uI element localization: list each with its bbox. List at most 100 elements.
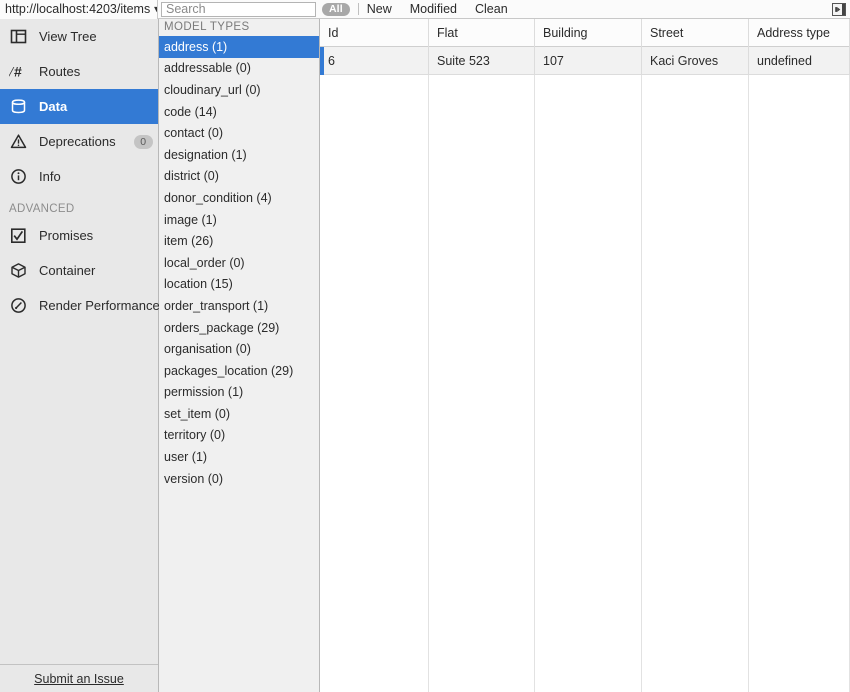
sidebar: View Tree / # Routes Data Deprecations 0… — [0, 19, 160, 692]
model-type-item[interactable]: image (1) — [159, 209, 319, 231]
promise-check-square-icon — [9, 226, 28, 245]
toolbar: http://localhost:4203/items ▼ All New Mo… — [0, 0, 850, 19]
search-input[interactable] — [161, 1, 316, 17]
sidebar-item-info[interactable]: Info — [0, 159, 158, 194]
column-header[interactable]: Address type — [749, 19, 850, 47]
model-type-label: location (15) — [164, 277, 233, 292]
model-type-item[interactable]: order_transport (1) — [159, 295, 319, 317]
tree-panel-icon — [9, 27, 28, 46]
model-type-label: code (14) — [164, 104, 217, 119]
model-type-item[interactable]: packages_location (29) — [159, 360, 319, 382]
model-types-panel: MODEL TYPES address (1) addressable (0) cl… — [159, 19, 320, 692]
app-url-dropdown[interactable]: http://localhost:4203/items ▼ — [0, 0, 158, 19]
model-type-item[interactable]: permission (1) — [159, 382, 319, 404]
table-cell: undefined — [749, 47, 850, 75]
sidebar-item-view-tree[interactable]: View Tree — [0, 19, 158, 54]
search-container — [158, 1, 318, 17]
sidebar-item-label: Promises — [39, 228, 94, 243]
column-header[interactable]: Building — [535, 19, 642, 47]
model-type-item[interactable]: organisation (0) — [159, 338, 319, 360]
model-type-item[interactable]: item (26) — [159, 230, 319, 252]
table-rows-container: 6 Suite 523 107 Kaci Groves undefined — [320, 47, 850, 75]
sidebar-item-deprecations[interactable]: Deprecations 0 — [0, 124, 158, 159]
model-types-list: address (1) addressable (0) cloudinary_url… — [159, 36, 319, 489]
model-type-item[interactable]: local_order (0) — [159, 252, 319, 274]
model-type-item[interactable]: designation (1) — [159, 144, 319, 166]
table-cell: Kaci Groves — [642, 47, 749, 75]
records-table: Id Flat Building Street Address type 6 Suite … — [320, 19, 850, 692]
column-divider — [428, 75, 429, 692]
sidebar-section-advanced: ADVANCED — [9, 203, 75, 215]
sidebar-item-label: Data — [39, 99, 68, 114]
model-type-item[interactable]: orders_package (29) — [159, 317, 319, 339]
warning-triangle-icon — [9, 132, 28, 151]
cube-icon — [9, 261, 28, 280]
sidebar-item-routes[interactable]: / # Routes — [0, 54, 158, 89]
sidebar-item-label: Render Performance — [39, 298, 160, 313]
model-type-label: address (1) — [164, 39, 228, 54]
sidebar-item-render-performance[interactable]: Render Performance — [0, 288, 160, 323]
routes-hash-icon: / # — [9, 62, 28, 81]
model-type-label: set_item (0) — [164, 406, 230, 421]
sidebar-footer: Submit an Issue — [0, 664, 158, 692]
model-type-label: donor_condition (4) — [164, 190, 272, 205]
model-type-item[interactable]: addressable (0) — [159, 58, 319, 80]
sidebar-item-promises[interactable]: Promises — [0, 218, 158, 253]
model-type-label: territory (0) — [164, 428, 226, 443]
model-type-item[interactable]: cloudinary_url (0) — [159, 79, 319, 101]
model-type-item[interactable]: district (0) — [159, 166, 319, 188]
model-type-label: version (0) — [164, 471, 224, 486]
model-type-item[interactable]: location (15) — [159, 274, 319, 296]
model-type-label: organisation (0) — [164, 342, 251, 357]
row-selection-indicator — [320, 47, 324, 75]
column-header[interactable]: Street — [642, 19, 749, 47]
filter-divider — [357, 3, 359, 15]
model-type-item[interactable]: address (1) — [159, 36, 319, 58]
model-type-label: designation (1) — [164, 147, 247, 162]
filter-modified-button[interactable]: Modified — [410, 2, 457, 16]
table-cell: Suite 523 — [429, 47, 535, 75]
model-type-item[interactable]: set_item (0) — [159, 403, 319, 425]
model-type-label: order_transport (1) — [164, 298, 269, 313]
model-type-label: image (1) — [164, 212, 217, 227]
gauge-icon — [9, 296, 28, 315]
chevron-down-icon: ▼ — [150, 4, 157, 14]
model-type-label: orders_package (29) — [164, 320, 280, 335]
database-cylinder-icon — [9, 97, 28, 116]
table-row[interactable]: 6 Suite 523 107 Kaci Groves undefined — [320, 47, 850, 75]
filter-clean-button[interactable]: Clean — [475, 2, 508, 16]
model-type-label: item (26) — [164, 234, 214, 249]
sidebar-item-label: Deprecations — [39, 134, 116, 149]
app-url-label: http://localhost:4203/items — [5, 2, 151, 16]
model-type-label: addressable (0) — [164, 61, 251, 76]
sidebar-item-label: Container — [39, 263, 96, 278]
model-type-label: cloudinary_url (0) — [164, 82, 261, 97]
column-divider — [748, 75, 749, 692]
ember-inspector-window: http://localhost:4203/items ▼ All New Mo… — [0, 0, 850, 692]
model-type-item[interactable]: donor_condition (4) — [159, 187, 319, 209]
model-type-item[interactable]: version (0) — [159, 468, 319, 490]
column-header[interactable]: Flat — [429, 19, 535, 47]
column-divider — [534, 75, 535, 692]
sidebar-item-data[interactable]: Data — [0, 89, 158, 124]
filter-group: All New Modified Clean — [322, 0, 526, 19]
filter-new-button[interactable]: New — [367, 2, 392, 16]
table-cell: 6 — [320, 47, 429, 75]
model-type-item[interactable]: contact (0) — [159, 122, 319, 144]
dock-right-icon[interactable] — [831, 2, 846, 16]
column-divider — [641, 75, 642, 692]
column-header[interactable]: Id — [320, 19, 429, 47]
filter-all-button[interactable]: All — [322, 2, 350, 16]
table-cell: 107 — [535, 47, 642, 75]
model-type-label: permission (1) — [164, 385, 244, 400]
table-body: 6 Suite 523 107 Kaci Groves undefined — [320, 47, 850, 692]
sidebar-item-label: Info — [39, 169, 61, 184]
sidebar-item-label: View Tree — [39, 29, 97, 44]
model-type-label: district (0) — [164, 169, 219, 184]
sidebar-item-container[interactable]: Container — [0, 253, 158, 288]
submit-issue-link[interactable]: Submit an Issue — [34, 672, 124, 686]
model-type-item[interactable]: user (1) — [159, 446, 319, 468]
model-type-item[interactable]: territory (0) — [159, 425, 319, 447]
model-type-label: packages_location (29) — [164, 363, 294, 378]
model-type-item[interactable]: code (14) — [159, 101, 319, 123]
